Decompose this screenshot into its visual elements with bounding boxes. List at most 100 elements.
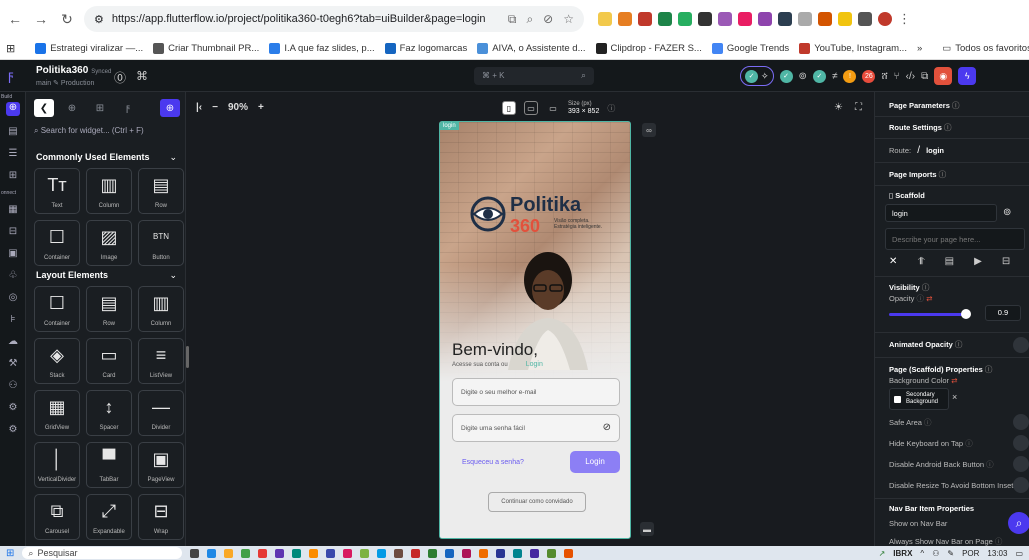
back-icon[interactable]: ← xyxy=(6,10,24,28)
settings-icon[interactable]: ⚙ xyxy=(6,424,20,438)
back-arrow-icon[interactable]: ❮ xyxy=(34,99,54,117)
actions-tab-icon[interactable]: ⥣ xyxy=(917,256,924,267)
apps-grid-icon[interactable]: ⊞ xyxy=(6,42,15,55)
error-count-badge[interactable]: 26 xyxy=(862,69,876,83)
widget-tile-container[interactable]: ☐ Container xyxy=(34,220,80,266)
branch-icon[interactable]: ⑂ xyxy=(894,71,900,82)
custom-code-icon[interactable]: ⊧ xyxy=(6,314,20,328)
copy-icon[interactable]: ⊚ xyxy=(1003,207,1011,218)
project-info[interactable]: Politika360 Synced main ✎ Production xyxy=(36,65,111,89)
components-icon[interactable]: ⊕ xyxy=(62,99,82,117)
variable-icon[interactable]: ⇄ xyxy=(951,376,957,385)
taskbar-app-icon[interactable] xyxy=(309,548,319,558)
code-tab-icon[interactable]: ⊟ xyxy=(1002,256,1010,267)
taskbar-app-icon[interactable] xyxy=(496,548,506,558)
zoom-icon[interactable]: ⌕ xyxy=(526,12,533,27)
widget-tile-spacer[interactable]: ↕ Spacer xyxy=(86,390,132,436)
team-icon[interactable]: ሸ xyxy=(881,71,887,82)
page-description-input[interactable]: Describe your page here... xyxy=(885,228,1025,250)
templates-icon[interactable]: ⊞ xyxy=(90,99,110,117)
task-view-icon[interactable] xyxy=(190,548,200,558)
bottom-sheet-icon[interactable]: ▬ xyxy=(640,522,654,536)
taskbar-app-icon[interactable] xyxy=(207,548,217,558)
zoom-level[interactable]: 90% xyxy=(228,102,248,113)
taskbar-app-icon[interactable] xyxy=(479,548,489,558)
widget-tile-button[interactable]: BTN Button xyxy=(138,220,184,266)
extension-icon[interactable] xyxy=(758,12,772,26)
command-search[interactable]: ⌘ + K ⌕ xyxy=(474,67,594,85)
extension-icon[interactable] xyxy=(818,12,832,26)
scaffold-name-input[interactable]: login xyxy=(885,204,997,222)
opacity-slider-knob[interactable] xyxy=(961,309,971,319)
taskbar-app-icon[interactable] xyxy=(258,548,268,558)
zoom-out-button[interactable]: − xyxy=(212,102,218,113)
extension-icon[interactable] xyxy=(678,12,692,26)
chevron-down-icon[interactable]: ⌄ xyxy=(169,270,177,281)
extension-icon[interactable] xyxy=(798,12,812,26)
run-mode-icon[interactable]: ≠ xyxy=(832,71,838,82)
route-value[interactable]: login xyxy=(926,146,944,155)
disable-resize-toggle[interactable] xyxy=(1013,477,1029,493)
network-icon[interactable]: ⚇ xyxy=(932,549,939,558)
page-imports-section[interactable]: Page Imports ⓘ xyxy=(889,169,946,180)
desktop-device-icon[interactable]: ▭ xyxy=(546,101,560,115)
taskbar-app-icon[interactable] xyxy=(445,548,455,558)
taskbar-app-icon[interactable] xyxy=(547,548,557,558)
widget-tile-listview[interactable]: ≡ ListView xyxy=(138,338,184,384)
windows-start-icon[interactable]: ⊞ xyxy=(6,548,14,559)
share-icon[interactable]: ⧉ xyxy=(921,71,928,82)
widget-tile-card[interactable]: ▭ Card xyxy=(86,338,132,384)
login-link[interactable]: Login xyxy=(526,361,543,368)
widget-tile-stack[interactable]: ◈ Stack xyxy=(34,338,80,384)
ai-search-fab[interactable]: ⌕ xyxy=(1008,512,1029,534)
bookmark-item[interactable]: Faz logomarcas xyxy=(384,43,467,54)
pen-icon[interactable]: ✎ xyxy=(947,549,954,558)
safe-area-toggle[interactable] xyxy=(1013,414,1029,430)
panel-resize-handle[interactable] xyxy=(186,346,189,368)
tools-icon[interactable]: ⚒ xyxy=(6,358,20,372)
extension-icon[interactable] xyxy=(638,12,652,26)
tray-chevron-icon[interactable]: ^ xyxy=(920,549,924,558)
eye-off-icon[interactable]: ⊘ xyxy=(603,422,611,433)
play-tab-icon[interactable]: ▶ xyxy=(974,256,982,267)
theme-icon[interactable]: ◎ xyxy=(6,292,20,306)
clear-icon[interactable]: × xyxy=(952,393,957,402)
taskbar-app-icon[interactable] xyxy=(394,548,404,558)
api-icon[interactable]: ⊟ xyxy=(6,226,20,240)
canvas-size[interactable]: Size (px) 393 × 852 xyxy=(568,100,599,116)
fullscreen-icon[interactable]: ⛶ xyxy=(855,102,862,113)
hide-keyboard-toggle[interactable] xyxy=(1013,435,1029,451)
agents-icon[interactable]: ♧ xyxy=(6,270,20,284)
variable-icon[interactable]: ⇄ xyxy=(926,294,932,303)
opacity-value-input[interactable]: 0.9 xyxy=(985,305,1021,321)
phone-device-icon[interactable]: ▯ xyxy=(502,101,516,115)
taskbar-app-icon[interactable] xyxy=(428,548,438,558)
widget-tile-gridview[interactable]: ▦ GridView xyxy=(34,390,80,436)
library-icon[interactable]: ϝ xyxy=(118,99,138,117)
extension-icon[interactable] xyxy=(598,12,612,26)
chevron-down-icon[interactable]: ⌄ xyxy=(169,152,177,163)
opacity-slider[interactable] xyxy=(889,313,966,316)
widget-tile-column[interactable]: ▥ Column xyxy=(138,286,184,332)
taskbar-app-icon[interactable] xyxy=(462,548,472,558)
taskbar-app-icon[interactable] xyxy=(241,548,251,558)
widget-tree-icon[interactable]: ☰ xyxy=(6,148,20,162)
stock-ticker[interactable]: IBRX xyxy=(893,549,912,558)
widget-tile-row[interactable]: ▤ Row xyxy=(86,286,132,332)
add-widget-icon[interactable]: ⊕ xyxy=(160,99,180,117)
bookmark-item[interactable]: YouTube, Instagram... xyxy=(799,43,907,54)
bookmark-item[interactable]: AIVA, o Assistente d... xyxy=(477,43,586,54)
reload-icon[interactable]: ↻ xyxy=(58,10,76,28)
address-bar[interactable]: ⚙ https://app.flutterflow.io/project/pol… xyxy=(84,6,584,32)
flutterflow-logo-icon[interactable]: ϝ xyxy=(8,67,14,83)
all-favorites-folder[interactable]: ▭ Todos os favoritos xyxy=(942,43,1029,54)
forward-icon[interactable]: → xyxy=(32,10,50,28)
issues-icon[interactable]: ⊚ xyxy=(799,71,807,82)
widget-tile-pageview[interactable]: ▣ PageView xyxy=(138,442,184,488)
tablet-device-icon[interactable]: ▭ xyxy=(524,101,538,115)
help-icon[interactable]: ⓪ xyxy=(114,69,126,86)
media-icon[interactable]: ▣ xyxy=(6,248,20,262)
password-field[interactable]: Digite uma senha fácil ⊘ xyxy=(452,414,620,442)
background-color-chip[interactable]: Secondary Background × xyxy=(889,388,957,410)
language-indicator[interactable]: POR xyxy=(962,549,979,558)
